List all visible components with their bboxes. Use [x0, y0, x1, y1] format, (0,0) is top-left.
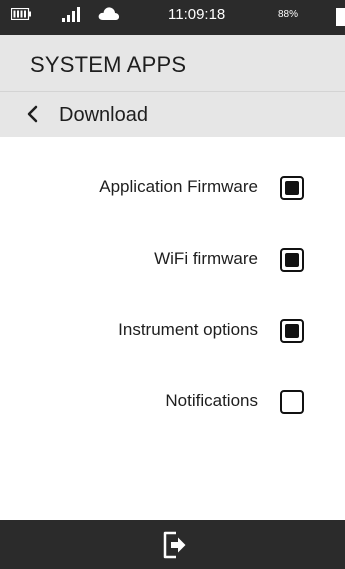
- checkbox-fill: [285, 181, 299, 195]
- wifi-firmware-checkbox[interactable]: [280, 248, 304, 272]
- option-row-notifications: Notifications: [0, 381, 345, 423]
- instrument-options-checkbox[interactable]: [280, 319, 304, 343]
- option-label: Notifications: [165, 391, 258, 410]
- status-bar: 11:09:18 88%: [0, 0, 345, 35]
- option-label: WiFi firmware: [154, 249, 258, 268]
- checkbox-fill: [285, 253, 299, 267]
- nav-bar: Download: [0, 91, 345, 137]
- signal-icon: [62, 6, 84, 27]
- exit-icon: [163, 530, 187, 565]
- app-header: SYSTEM APPS: [0, 35, 345, 91]
- battery-icon: [10, 7, 31, 25]
- chevron-left-icon[interactable]: [26, 105, 38, 128]
- battery-percent: 88%: [278, 9, 299, 20]
- bottom-bar: [0, 520, 345, 569]
- corner-indicator: [336, 8, 345, 26]
- option-label: Application Firmware: [99, 177, 258, 196]
- nav-title: Download: [59, 104, 148, 126]
- notifications-checkbox[interactable]: [280, 390, 304, 414]
- option-row-wifi-firmware: WiFi firmware: [0, 239, 345, 281]
- exit-button[interactable]: [148, 524, 198, 566]
- option-row-application-firmware: Application Firmware: [0, 167, 345, 209]
- option-row-instrument-options: Instrument options: [0, 310, 345, 352]
- checkbox-fill: [285, 324, 299, 338]
- status-time: 11:09:18: [168, 6, 226, 23]
- application-firmware-checkbox[interactable]: [280, 176, 304, 200]
- cloud-icon: [98, 5, 120, 26]
- option-label: Instrument options: [118, 320, 258, 339]
- page-title: SYSTEM APPS: [30, 52, 187, 77]
